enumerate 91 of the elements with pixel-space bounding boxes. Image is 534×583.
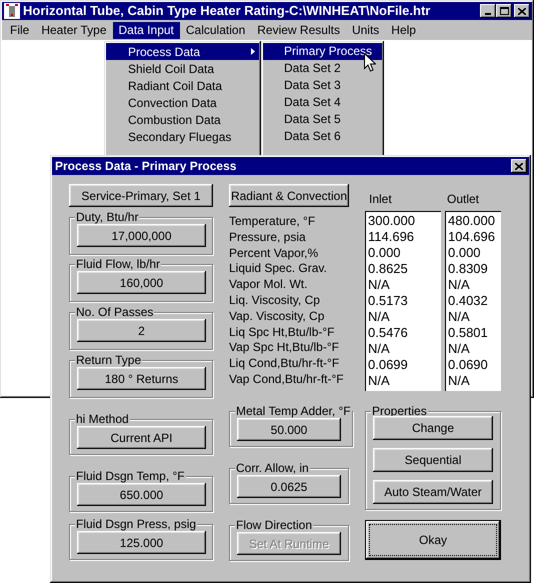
value-cell: N/A bbox=[367, 309, 390, 325]
menu-item[interactable]: Calculation bbox=[180, 22, 252, 38]
close-button[interactable] bbox=[511, 159, 527, 173]
value-cell: 0.5801 bbox=[447, 325, 488, 341]
menu-item[interactable]: Data Set 4 bbox=[263, 94, 382, 111]
group-label: Return Type bbox=[75, 354, 142, 366]
heater-icon bbox=[4, 3, 20, 19]
property-label: Vap. Viscosity, Cp bbox=[229, 308, 324, 325]
value-cell: 480.000 bbox=[447, 213, 495, 229]
menu-item[interactable]: Primary Process bbox=[263, 43, 382, 60]
menu-item[interactable]: Review Results bbox=[251, 22, 346, 38]
value-cell: N/A bbox=[367, 277, 390, 293]
button[interactable]: Radiant & Convection bbox=[229, 184, 349, 207]
column-header: Inlet bbox=[369, 192, 392, 206]
group-label: Flow Direction bbox=[235, 519, 314, 531]
button[interactable]: Service-Primary, Set 1 bbox=[69, 184, 213, 207]
menu-item[interactable]: Combustion Data bbox=[106, 111, 259, 128]
button[interactable]: 2 bbox=[77, 319, 206, 342]
menu-item[interactable]: Convection Data bbox=[106, 94, 259, 111]
button[interactable]: Current API bbox=[77, 426, 206, 449]
property-label: Liq Cond,Btu/hr-ft-°F bbox=[229, 356, 340, 372]
property-label: Pressure, psia bbox=[229, 230, 306, 246]
value-cell: N/A bbox=[367, 341, 390, 357]
maximize-button[interactable] bbox=[496, 4, 512, 18]
menu-item[interactable]: Data Set 5 bbox=[263, 111, 382, 128]
value-cell: 300.000 bbox=[367, 213, 415, 229]
button[interactable]: 0.0625 bbox=[237, 475, 341, 498]
property-label: Percent Vapor,% bbox=[229, 246, 318, 262]
menu-item[interactable]: Data Set 2 bbox=[263, 60, 382, 77]
value-cell: 114.696 bbox=[367, 229, 414, 245]
button[interactable]: 50.000 bbox=[237, 418, 341, 441]
menu-item[interactable]: Shield Coil Data bbox=[106, 60, 259, 77]
value-cell: N/A bbox=[447, 309, 470, 325]
menu-item[interactable]: Process Data bbox=[106, 43, 259, 60]
close-icon bbox=[515, 162, 523, 170]
button[interactable]: 650.000 bbox=[77, 483, 206, 506]
menu-item[interactable]: Data Input bbox=[112, 22, 180, 38]
menu-item[interactable]: Data Set 3 bbox=[263, 77, 382, 94]
value-cell: 0.5173 bbox=[367, 293, 408, 309]
property-label: Liquid Spec. Grav. bbox=[229, 261, 327, 278]
column-header: Outlet bbox=[447, 192, 480, 206]
group-label: Fluid Flow, lb/hr bbox=[75, 258, 162, 270]
group-label: hi Method bbox=[75, 413, 130, 425]
value-cell: 0.0690 bbox=[447, 357, 488, 373]
value-cell: N/A bbox=[367, 373, 390, 389]
value-cell: 0.8309 bbox=[447, 261, 488, 277]
value-cell: 0.4032 bbox=[447, 293, 488, 309]
property-label: Vap Cond,Btu/hr-ft-°F bbox=[229, 372, 344, 388]
menu-item[interactable]: File bbox=[4, 22, 36, 38]
menu-item[interactable]: Units bbox=[346, 22, 386, 38]
group-label: Fluid Dsgn Temp, °F bbox=[75, 470, 186, 482]
button[interactable]: 17,000,000 bbox=[77, 224, 206, 247]
property-label: Liq. Viscosity, Cp bbox=[229, 292, 320, 309]
group-label: Properties bbox=[371, 405, 428, 417]
menu-item[interactable]: Data Set 6 bbox=[263, 128, 382, 145]
minimize-icon bbox=[485, 13, 491, 15]
value-cell: 0.0699 bbox=[367, 357, 408, 373]
value-cell: 0.5476 bbox=[367, 325, 408, 341]
close-button[interactable] bbox=[514, 4, 530, 18]
minimize-button[interactable] bbox=[480, 4, 496, 18]
menu-item[interactable]: Secondary Fluegas bbox=[106, 128, 259, 145]
maximize-icon bbox=[500, 7, 508, 15]
group-label: Duty, Btu/hr bbox=[75, 211, 140, 223]
button[interactable]: 160,000 bbox=[77, 271, 206, 294]
value-cell: N/A bbox=[447, 341, 470, 357]
group-label: Fluid Dsgn Press, psig bbox=[75, 518, 198, 530]
group-label: Metal Temp Adder, °F bbox=[235, 405, 352, 417]
button[interactable]: Sequential bbox=[373, 448, 493, 472]
button[interactable]: Change bbox=[373, 416, 493, 440]
value-cell: 0.000 bbox=[447, 245, 481, 261]
group-label: No. Of Passes bbox=[75, 306, 154, 318]
button[interactable]: 125.000 bbox=[77, 531, 206, 554]
button[interactable]: 180 ° Returns bbox=[77, 367, 206, 390]
menu-item[interactable]: Radiant Coil Data bbox=[106, 77, 259, 94]
value-cell: 0.000 bbox=[367, 245, 401, 261]
property-label: Temperature, °F bbox=[229, 214, 316, 230]
property-label: Liq Spc Ht,Btu/lb-°F bbox=[229, 324, 335, 340]
button[interactable]: Auto Steam/Water bbox=[373, 480, 493, 504]
value-cell: 0.8625 bbox=[367, 261, 408, 277]
value-cell: N/A bbox=[447, 277, 470, 293]
ok-button[interactable]: Okay bbox=[365, 520, 501, 560]
property-label: Vap Spc Ht,Btu/lb-°F bbox=[229, 340, 339, 356]
value-cell: 104.696 bbox=[447, 229, 495, 245]
value-cell: N/A bbox=[447, 373, 470, 389]
menu-item[interactable]: Help bbox=[385, 22, 422, 38]
window-title: Horizontal Tube, Cabin Type Heater Rating-C:\WINHEAT\NoFile.htr bbox=[23, 3, 432, 19]
dialog-title: Process Data - Primary Process bbox=[55, 158, 238, 174]
group-label: Corr. Allow, in bbox=[235, 462, 310, 474]
property-label: Vapor Mol. Wt. bbox=[229, 277, 308, 293]
close-icon bbox=[518, 8, 526, 14]
menu-item[interactable]: Heater Type bbox=[35, 22, 112, 38]
